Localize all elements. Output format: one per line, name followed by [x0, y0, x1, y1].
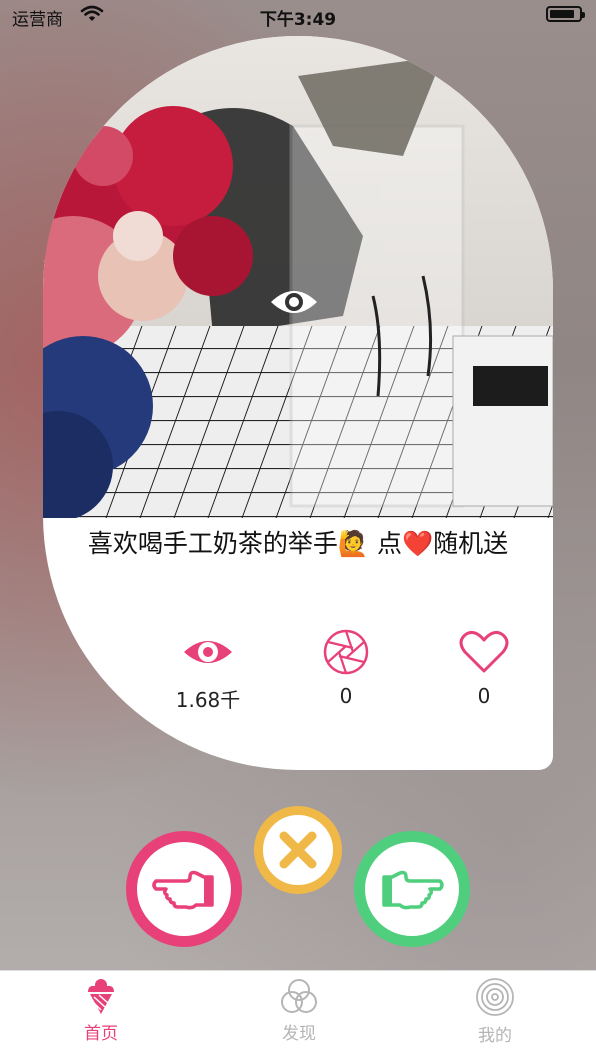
likes-count: 0	[477, 684, 491, 708]
battery-level	[550, 10, 574, 18]
tab-home[interactable]: 首页	[41, 977, 161, 1044]
content-card[interactable]: 喜欢喝手工奶茶的举手🙋 点❤️随机送 1.68千 0 0	[43, 36, 553, 770]
thumb-point-left-icon	[152, 870, 214, 910]
circles-icon	[281, 979, 317, 1013]
likes-stat[interactable]: 0	[429, 628, 539, 708]
skip-button[interactable]	[254, 806, 342, 894]
battery-icon	[546, 6, 585, 22]
views-eye-icon	[153, 628, 263, 676]
concentric-circles-icon	[476, 978, 514, 1016]
close-x-icon	[279, 831, 317, 869]
card-stats: 1.68千 0 0	[43, 628, 553, 718]
tab-bar: 首页 发现 我的	[0, 970, 596, 1049]
thumb-point-right-icon	[382, 870, 444, 910]
tab-mine-label: 我的	[478, 1026, 512, 1046]
tab-home-label: 首页	[84, 1024, 118, 1044]
tab-discover-label: 发现	[282, 1024, 316, 1044]
card-photo[interactable]	[43, 36, 553, 518]
shares-count: 0	[339, 684, 353, 708]
views-stat: 1.68千	[153, 628, 263, 713]
tab-mine[interactable]: 我的	[435, 977, 555, 1046]
aperture-icon	[291, 628, 401, 676]
ice-cream-icon	[88, 979, 114, 1014]
like-button[interactable]	[354, 831, 470, 947]
eye-icon	[269, 284, 319, 325]
shares-stat[interactable]: 0	[291, 628, 401, 708]
card-title: 喜欢喝手工奶茶的举手🙋 点❤️随机送	[87, 529, 509, 558]
clock: 下午3:49	[259, 10, 337, 30]
tab-discover[interactable]: 发现	[239, 977, 359, 1044]
views-count: 1.68千	[175, 688, 241, 712]
dislike-button[interactable]	[126, 831, 242, 947]
status-bar: 运营商 下午3:49	[0, 0, 596, 30]
heart-icon	[429, 628, 539, 676]
